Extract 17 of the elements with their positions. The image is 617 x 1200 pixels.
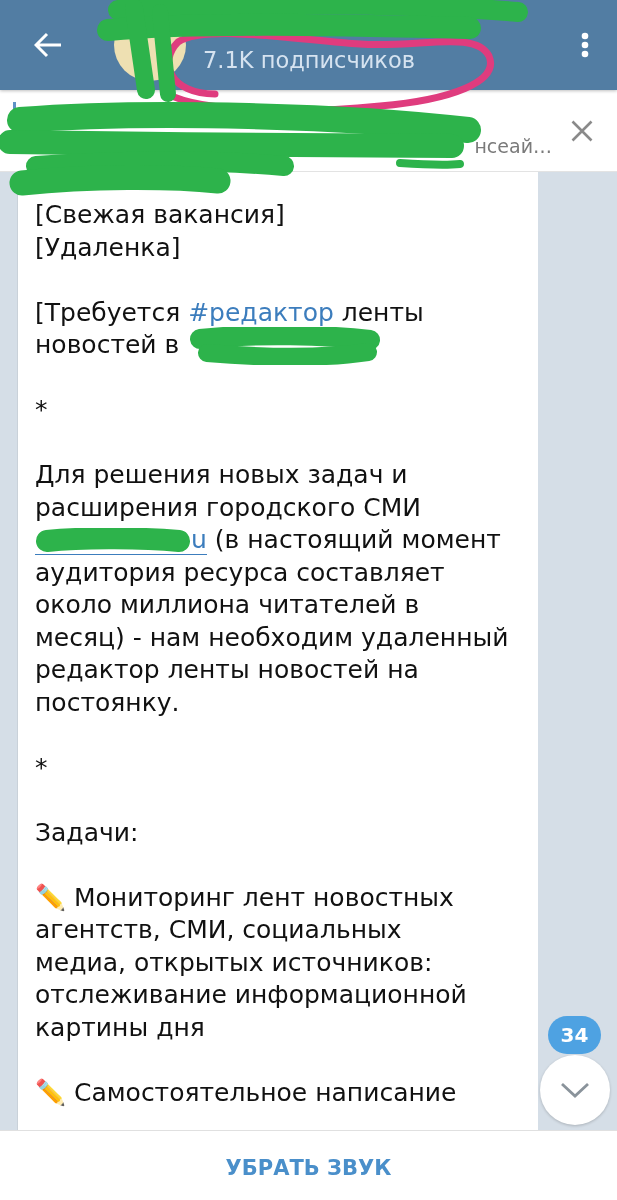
message-text: Для решения новых задач и расширения городского СМИ u (в настоящий момент аудитория ресурса составляет около миллиона читателей в месяц) - нам необходим удаленный редактор ленты новостей на постоянку. <box>35 459 509 719</box>
message-text: Задачи: <box>35 816 139 849</box>
message-text: ✏ Самостоятельное написание <box>35 1076 457 1109</box>
close-icon <box>571 119 593 142</box>
hashtag-link[interactable]: #редактор <box>188 297 334 327</box>
subscriber-count: 7.1K подписчиков <box>203 47 415 73</box>
pinned-preview-text[interactable]: нсеай… <box>474 135 552 158</box>
message-text: * <box>35 394 48 426</box>
message-text: * <box>35 751 48 784</box>
message-text: ✏ Мониторинг лент новостных агентств, СМИ, социальных медиа, открытых источников: отслеживание информационной картины дня <box>35 881 467 1044</box>
menu-dots-icon <box>581 32 589 58</box>
link[interactable]: u <box>35 525 207 555</box>
chevron-down-icon <box>560 1082 590 1098</box>
back-arrow-icon <box>34 32 62 58</box>
mute-button[interactable]: УБРАТЬ ЗВУК <box>215 1149 402 1186</box>
message-text: [Свежая вакансия] [Удаленка] <box>35 199 285 264</box>
message-text: [Требуется #редактор ленты новостей в <box>35 296 424 362</box>
